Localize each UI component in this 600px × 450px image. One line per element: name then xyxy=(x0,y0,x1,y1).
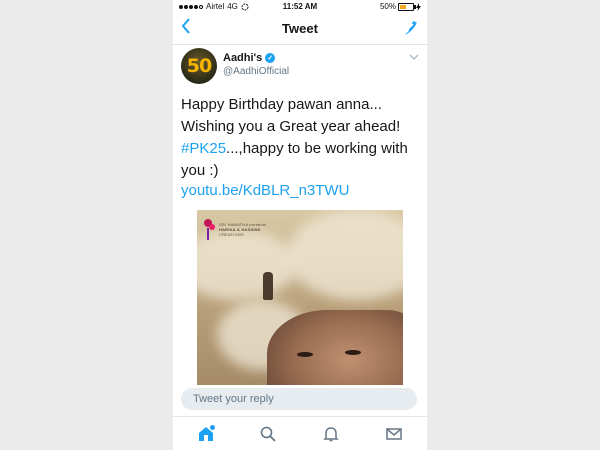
search-icon xyxy=(260,426,276,442)
messages-icon xyxy=(386,428,402,440)
avatar-text: 50 xyxy=(186,55,212,77)
display-name-text: Aadhi's xyxy=(223,52,263,64)
production-logo-icon xyxy=(204,219,215,240)
tweet-media-image[interactable]: SRI HAMATHA presents HARIKA & HASSINE CR… xyxy=(197,210,403,385)
tweet-line: #PK25...,happy to be working with xyxy=(181,138,421,160)
tab-search[interactable] xyxy=(259,425,277,443)
chevron-down-icon xyxy=(409,54,419,60)
compose-quill-icon xyxy=(402,21,417,37)
face-portrait xyxy=(267,310,403,385)
tweet-line: Wishing you a Great year ahead! xyxy=(181,118,401,135)
verified-badge-icon: ✓ xyxy=(265,53,276,63)
compose-tweet-button[interactable] xyxy=(401,20,419,43)
tweet-options-button[interactable] xyxy=(409,52,419,63)
tweet-line: Happy Birthday pawan anna... xyxy=(181,96,382,113)
tweet-line: you :) xyxy=(181,162,219,179)
status-right: 50% xyxy=(380,0,421,14)
home-badge xyxy=(209,424,216,431)
display-name[interactable]: Aadhi's ✓ xyxy=(223,52,276,64)
navigation-bar: Tweet xyxy=(173,14,427,45)
tab-notifications[interactable] xyxy=(322,425,340,443)
reply-input[interactable]: Tweet your reply xyxy=(181,388,417,410)
tab-bar xyxy=(173,416,427,450)
user-handle[interactable]: @AadhiOfficial xyxy=(223,66,289,77)
phone-screen: Airtel 4G 11:52 AM 50% Tweet 50 Aadhi's … xyxy=(173,0,427,450)
tweet-text: Happy Birthday pawan anna... Wishing you… xyxy=(181,94,421,182)
battery-percent: 50% xyxy=(379,2,396,11)
tab-messages[interactable] xyxy=(385,425,403,443)
tweet-line-rest: ...,happy to be working with xyxy=(226,140,408,157)
status-bar: Airtel 4G 11:52 AM 50% xyxy=(173,0,427,14)
tweet-url-link[interactable]: youtu.be/KdBLR_n3TWU xyxy=(181,182,349,199)
battery-icon xyxy=(398,3,416,11)
page-title: Tweet xyxy=(282,21,318,36)
walking-figure xyxy=(263,272,273,300)
poster-credit: SRI HAMATHA presents HARIKA & HASSINE CR… xyxy=(219,222,266,237)
tab-home[interactable] xyxy=(197,424,216,443)
avatar[interactable]: 50 xyxy=(181,48,217,84)
charging-bolt-icon xyxy=(416,3,421,11)
hashtag-link[interactable]: #PK25 xyxy=(181,140,226,157)
credit-line: CREATIONS xyxy=(219,232,244,237)
notifications-icon xyxy=(323,427,339,442)
